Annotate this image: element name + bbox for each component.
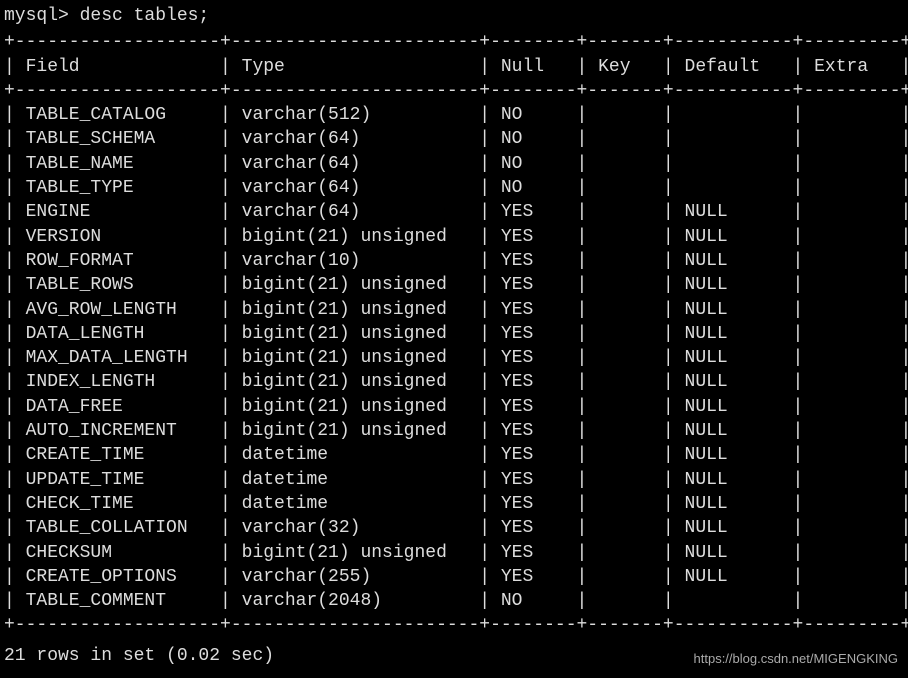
table-row: | AVG_ROW_LENGTH | bigint(21) unsigned |…	[0, 298, 908, 322]
watermark: https://blog.csdn.net/MIGENGKING	[694, 650, 898, 668]
table-row: | INDEX_LENGTH | bigint(21) unsigned | Y…	[0, 370, 908, 394]
table-row: | AUTO_INCREMENT | bigint(21) unsigned |…	[0, 419, 908, 443]
table-row: | ENGINE | varchar(64) | YES | | NULL | …	[0, 200, 908, 224]
table-row: | TABLE_CATALOG | varchar(512) | NO | | …	[0, 103, 908, 127]
table-row: | CREATE_OPTIONS | varchar(255) | YES | …	[0, 565, 908, 589]
table-body: | TABLE_CATALOG | varchar(512) | NO | | …	[0, 103, 908, 613]
table-row: | TABLE_SCHEMA | varchar(64) | NO | | | …	[0, 127, 908, 151]
table-row: | UPDATE_TIME | datetime | YES | | NULL …	[0, 468, 908, 492]
table-top-border: +-------------------+-------------------…	[0, 30, 908, 54]
table-header-divider: +-------------------+-------------------…	[0, 79, 908, 103]
table-row: | VERSION | bigint(21) unsigned | YES | …	[0, 225, 908, 249]
mysql-prompt[interactable]: mysql> desc tables;	[0, 4, 908, 28]
table-row: | CHECK_TIME | datetime | YES | | NULL |…	[0, 492, 908, 516]
table-row: | TABLE_COMMENT | varchar(2048) | NO | |…	[0, 589, 908, 613]
table-header-row: | Field | Type | Null | Key | Default | …	[0, 55, 908, 79]
table-row: | TABLE_NAME | varchar(64) | NO | | | |	[0, 152, 908, 176]
table-bottom-border: +-------------------+-------------------…	[0, 613, 908, 637]
table-row: | TABLE_COLLATION | varchar(32) | YES | …	[0, 516, 908, 540]
table-row: | CHECKSUM | bigint(21) unsigned | YES |…	[0, 541, 908, 565]
table-row: | DATA_FREE | bigint(21) unsigned | YES …	[0, 395, 908, 419]
table-row: | MAX_DATA_LENGTH | bigint(21) unsigned …	[0, 346, 908, 370]
table-row: | TABLE_ROWS | bigint(21) unsigned | YES…	[0, 273, 908, 297]
table-row: | DATA_LENGTH | bigint(21) unsigned | YE…	[0, 322, 908, 346]
table-row: | CREATE_TIME | datetime | YES | | NULL …	[0, 443, 908, 467]
table-row: | ROW_FORMAT | varchar(10) | YES | | NUL…	[0, 249, 908, 273]
table-row: | TABLE_TYPE | varchar(64) | NO | | | |	[0, 176, 908, 200]
